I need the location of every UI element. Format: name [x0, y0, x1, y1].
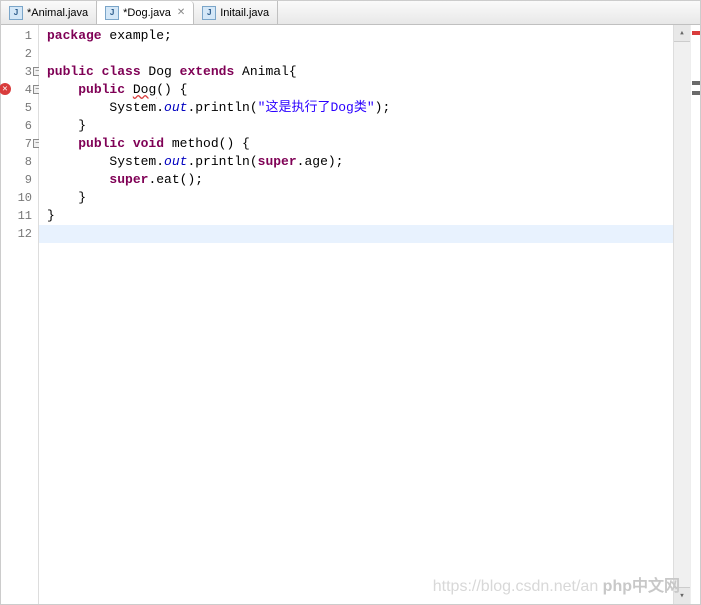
line-number: 3−	[1, 63, 32, 81]
tab-label: *Dog.java	[123, 7, 171, 19]
close-icon[interactable]: ✕	[177, 7, 185, 18]
error-icon[interactable]: ✕	[0, 83, 11, 95]
code-line	[39, 225, 673, 243]
code-area[interactable]: package example; public class Dog extends…	[39, 25, 673, 604]
line-number: 7−	[1, 135, 32, 153]
code-line: package example;	[47, 27, 673, 45]
java-file-icon: J	[9, 6, 23, 20]
tab-label: *Animal.java	[27, 7, 88, 19]
code-line: }	[47, 117, 673, 135]
line-number: 8	[1, 153, 32, 171]
java-file-icon: J	[105, 6, 119, 20]
code-line: public Dog() {	[47, 81, 673, 99]
line-number: 6	[1, 117, 32, 135]
line-number: 5	[1, 99, 32, 117]
code-line: }	[47, 189, 673, 207]
overview-mark[interactable]	[692, 81, 700, 85]
code-line: System.out.println(super.age);	[47, 153, 673, 171]
scroll-down-arrow[interactable]: ▾	[674, 587, 690, 604]
scroll-up-arrow[interactable]: ▴	[674, 25, 690, 42]
line-number: 12	[1, 225, 32, 243]
editor: 123−4✕−567−89101112 package example;publ…	[1, 25, 700, 604]
java-file-icon: J	[202, 6, 216, 20]
line-number: 11	[1, 207, 32, 225]
overview-ruler[interactable]	[690, 25, 700, 604]
code-line: }	[47, 207, 673, 225]
code-line: public class Dog extends Animal{	[47, 63, 673, 81]
editor-tab[interactable]: J *Animal.java	[1, 1, 97, 24]
vertical-scrollbar[interactable]: ▴ ▾	[673, 25, 690, 604]
tab-bar: J *Animal.java J *Dog.java ✕ J Initail.java	[1, 1, 700, 25]
editor-tab[interactable]: J *Dog.java ✕	[97, 1, 194, 24]
code-line: public void method() {	[47, 135, 673, 153]
code-line	[47, 45, 673, 63]
tab-label: Initail.java	[220, 7, 269, 19]
editor-tab[interactable]: J Initail.java	[194, 1, 278, 24]
line-number: 10	[1, 189, 32, 207]
line-number: 2	[1, 45, 32, 63]
line-number: 1	[1, 27, 32, 45]
line-gutter: 123−4✕−567−89101112	[1, 25, 39, 604]
line-number: 4✕−	[1, 81, 32, 99]
overview-mark[interactable]	[692, 91, 700, 95]
overview-mark[interactable]	[692, 31, 700, 35]
code-line: System.out.println("这是执行了Dog类");	[47, 99, 673, 117]
code-line: super.eat();	[47, 171, 673, 189]
line-number: 9	[1, 171, 32, 189]
